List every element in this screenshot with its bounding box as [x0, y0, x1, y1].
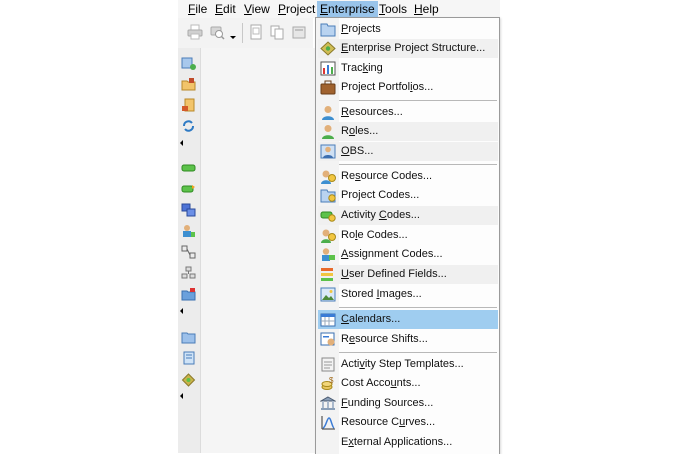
menu-file[interactable]: File	[185, 1, 210, 17]
network-icon[interactable]	[181, 245, 196, 259]
menu-item-projects[interactable]: Projects	[318, 20, 498, 39]
resources-icon	[322, 106, 334, 120]
page-setup-icon[interactable]	[248, 24, 264, 40]
side-toolbar	[178, 48, 201, 453]
wbs-icon[interactable]	[181, 266, 196, 280]
menu-item-resource-curves[interactable]: Resource Curves...	[318, 413, 498, 432]
eps-icon[interactable]	[181, 373, 196, 387]
menu-item-stored-images[interactable]: Stored Images...	[318, 285, 498, 304]
copy-icon[interactable]	[269, 24, 285, 40]
menu-separator	[339, 100, 497, 101]
calendar-icon	[320, 313, 336, 327]
stored-images-icon	[320, 287, 336, 302]
menu-item-resources[interactable]: Resources...	[318, 103, 498, 122]
svg-text:$: $	[329, 376, 334, 385]
cost-accounts-icon: $	[321, 376, 334, 390]
menu-edit[interactable]: Edit	[212, 1, 239, 17]
menu-item-funding-sources[interactable]: Funding Sources...	[318, 394, 498, 413]
menu-separator	[339, 352, 497, 353]
menu-item-calendars[interactable]: Calendars...	[318, 310, 498, 329]
tracking-icon	[320, 61, 336, 76]
resource-curves-icon	[321, 416, 335, 430]
menu-item-user-defined-fields[interactable]: User Defined Fields...	[318, 265, 498, 284]
menu-view[interactable]: View	[241, 1, 273, 17]
activity-codes-icon	[320, 211, 336, 222]
menu-item-assignment-codes[interactable]: Assignment Codes...	[318, 245, 498, 264]
menu-item-activity-step-templates[interactable]: Activity Step Templates...	[318, 355, 498, 374]
cut-icon[interactable]	[291, 24, 307, 40]
menu-item-obs[interactable]: OBS...	[318, 142, 498, 161]
print-icon[interactable]	[187, 24, 203, 40]
udf-icon	[321, 268, 333, 281]
menu-tools[interactable]: Tools	[376, 1, 410, 17]
assignment-codes-icon	[322, 248, 335, 261]
workspace	[201, 48, 316, 453]
step-templates-icon	[321, 357, 335, 372]
resource-codes-icon	[321, 170, 336, 184]
folder-icon[interactable]	[181, 330, 196, 344]
obs-icon	[320, 144, 336, 159]
menu-item-role-codes[interactable]: Role Codes...	[318, 226, 498, 245]
eps-icon	[320, 41, 336, 56]
menu-help[interactable]: Help	[411, 1, 442, 17]
menu-item-eps[interactable]: Enterprise Project Structure...	[318, 39, 498, 58]
activity-bar-icon[interactable]	[181, 161, 196, 175]
add-project-icon[interactable]	[181, 56, 196, 70]
resource-shifts-icon	[320, 332, 335, 346]
menu-item-roles[interactable]: Roles...	[318, 122, 498, 141]
menu-item-resource-shifts[interactable]: Resource Shifts...	[318, 330, 498, 349]
menu-project[interactable]: Project	[275, 1, 318, 17]
resource-assign-icon[interactable]	[181, 224, 196, 238]
menu-item-resource-codes[interactable]: Resource Codes...	[318, 167, 498, 186]
projects-icon	[320, 23, 336, 37]
menu-item-project-codes[interactable]: Project Codes...	[318, 186, 498, 205]
menu-item-tracking[interactable]: Tracking	[318, 59, 498, 78]
menu-bar: File Edit View Project Enterprise Tools …	[178, 0, 500, 18]
folder-flag-icon[interactable]	[181, 287, 196, 301]
menu-enterprise[interactable]: Enterprise	[317, 1, 378, 17]
toolbar	[178, 18, 313, 49]
assign-icon[interactable]	[181, 98, 196, 112]
menu-item-activity-codes[interactable]: Activity Codes...	[318, 206, 498, 225]
open-folder-icon[interactable]	[181, 77, 196, 91]
funding-icon	[320, 396, 336, 410]
menu-separator	[339, 164, 497, 165]
menu-item-external-applications[interactable]: External Applications...	[318, 433, 498, 452]
menu-item-portfolios[interactable]: Project Portfolios...	[318, 78, 498, 97]
notebook-icon[interactable]	[181, 351, 196, 365]
menu-separator	[339, 307, 497, 308]
refresh-icon[interactable]	[181, 119, 196, 133]
print-preview-icon[interactable]	[209, 24, 225, 40]
roles-icon	[322, 125, 334, 139]
enterprise-menu: Projects Enterprise Project Structure...…	[315, 17, 500, 454]
project-codes-icon	[320, 189, 336, 203]
role-codes-icon	[321, 229, 336, 243]
portfolio-icon	[320, 80, 336, 95]
menu-item-cost-accounts[interactable]: $ Cost Accounts...	[318, 374, 498, 393]
activity-link-icon[interactable]	[181, 182, 196, 196]
relationships-icon[interactable]	[181, 203, 196, 217]
